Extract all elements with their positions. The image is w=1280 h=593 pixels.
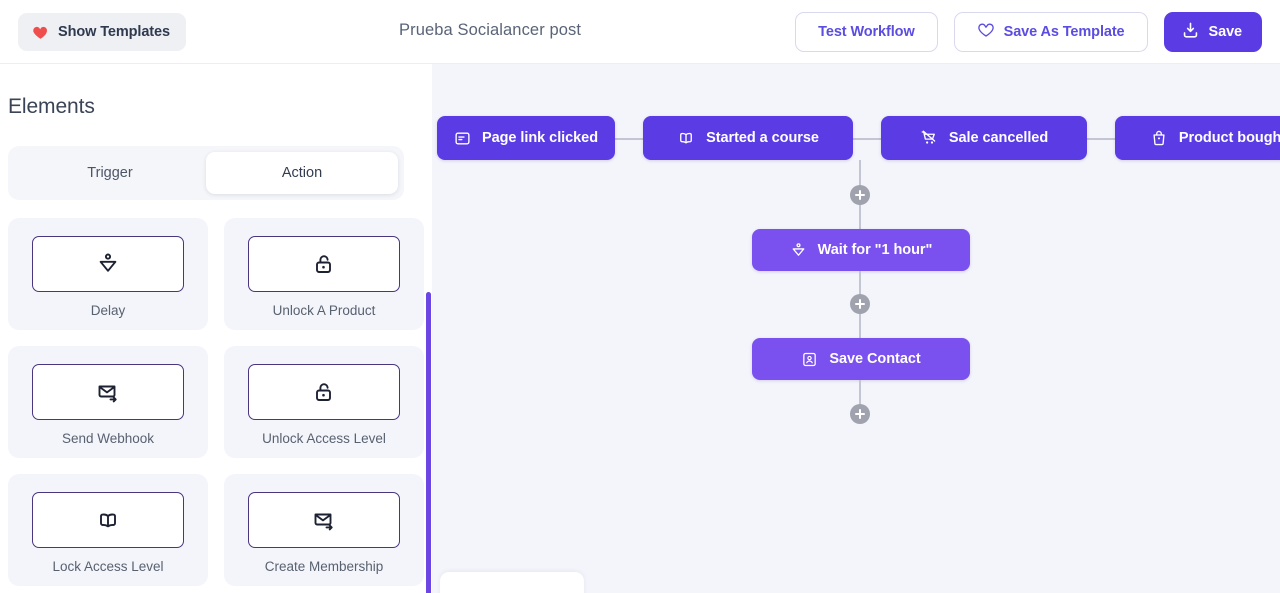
element-card-delay[interactable]: Delay xyxy=(8,218,208,330)
heart-icon xyxy=(32,24,49,41)
element-card-create-membership[interactable]: Create Membership xyxy=(224,474,424,586)
connector-line xyxy=(1087,138,1115,140)
element-label: Send Webhook xyxy=(61,431,155,446)
bag-icon xyxy=(1150,129,1168,147)
workflow-builder-app: Show Templates Prueba Socialancer post T… xyxy=(0,0,1280,593)
element-label: Unlock Access Level xyxy=(262,431,386,446)
save-as-template-button[interactable]: Save As Template xyxy=(953,12,1148,52)
action-node-wait-for-1-hour[interactable]: Wait for "1 hour" xyxy=(752,229,970,271)
element-type-tabs: Trigger Action xyxy=(8,146,404,200)
trigger-node-started-a-course[interactable]: Started a course xyxy=(643,116,853,160)
show-templates-button[interactable]: Show Templates xyxy=(18,13,186,51)
book-icon xyxy=(32,492,184,548)
element-card-lock-access-level[interactable]: Lock Access Level xyxy=(8,474,208,586)
action-node-save-contact[interactable]: Save Contact xyxy=(752,338,970,380)
topbar-actions: Test Workflow Save As Template Save xyxy=(795,12,1262,52)
sidebar-scrollbar-thumb[interactable] xyxy=(426,292,431,593)
element-card-unlock-access-level[interactable]: Unlock Access Level xyxy=(224,346,424,458)
add-step-button[interactable] xyxy=(850,404,870,424)
show-templates-label: Show Templates xyxy=(58,24,170,40)
trigger-node-label: Started a course xyxy=(706,130,819,146)
connector-line xyxy=(853,138,881,140)
trigger-node-label: Product bought xyxy=(1178,130,1280,146)
connector-line xyxy=(615,138,643,140)
tab-action[interactable]: Action xyxy=(206,152,398,194)
unlock-icon xyxy=(248,364,400,420)
unlock-icon xyxy=(248,236,400,292)
webhook-mail-icon xyxy=(32,364,184,420)
element-label: Lock Access Level xyxy=(52,559,164,574)
element-label: Create Membership xyxy=(264,559,384,574)
book-icon xyxy=(677,129,695,147)
delay-icon xyxy=(32,236,184,292)
tab-trigger[interactable]: Trigger xyxy=(14,152,206,194)
test-workflow-label: Test Workflow xyxy=(818,24,915,40)
top-toolbar: Show Templates Prueba Socialancer post T… xyxy=(0,0,1280,64)
elements-sidebar: Elements Trigger Action Delay Unlock A P… xyxy=(0,64,432,593)
download-icon xyxy=(1181,21,1200,44)
action-node-label: Wait for "1 hour" xyxy=(817,242,933,258)
workflow-title: Prueba Socialancer post xyxy=(399,21,582,39)
trigger-node-label: Sale cancelled xyxy=(948,130,1049,146)
elements-grid: Delay Unlock A Product Send Webhook Unlo… xyxy=(0,218,432,593)
element-card-send-webhook[interactable]: Send Webhook xyxy=(8,346,208,458)
action-node-label: Save Contact xyxy=(829,351,921,367)
save-label: Save xyxy=(1208,24,1243,40)
connector-line xyxy=(859,271,861,295)
elements-scroll-area[interactable]: Delay Unlock A Product Send Webhook Unlo… xyxy=(0,218,432,593)
delay-icon xyxy=(790,242,807,259)
contact-card-icon xyxy=(801,351,818,368)
add-step-button[interactable] xyxy=(850,294,870,314)
test-workflow-button[interactable]: Test Workflow xyxy=(795,12,938,52)
trigger-node-page-link-clicked[interactable]: Page link clicked xyxy=(437,116,615,160)
element-label: Delay xyxy=(90,303,126,318)
connector-line xyxy=(859,380,861,406)
page-icon xyxy=(454,130,471,147)
element-card-unlock-a-product[interactable]: Unlock A Product xyxy=(224,218,424,330)
workflow-canvas[interactable]: Page link clicked Started a course Sale … xyxy=(432,64,1280,593)
connector-line xyxy=(859,312,861,338)
heart-outline-icon xyxy=(977,21,995,43)
save-button[interactable]: Save xyxy=(1163,12,1262,52)
add-step-button[interactable] xyxy=(850,185,870,205)
trigger-node-sale-cancelled[interactable]: Sale cancelled xyxy=(881,116,1087,160)
trigger-node-product-bought[interactable]: Product bought xyxy=(1115,116,1280,160)
cart-cancel-icon xyxy=(920,129,938,147)
canvas-floating-card[interactable] xyxy=(440,572,584,593)
sidebar-title: Elements xyxy=(8,95,95,118)
trigger-node-label: Page link clicked xyxy=(481,130,598,146)
element-label: Unlock A Product xyxy=(272,303,376,318)
webhook-mail-icon xyxy=(248,492,400,548)
save-as-template-label: Save As Template xyxy=(1003,24,1125,40)
